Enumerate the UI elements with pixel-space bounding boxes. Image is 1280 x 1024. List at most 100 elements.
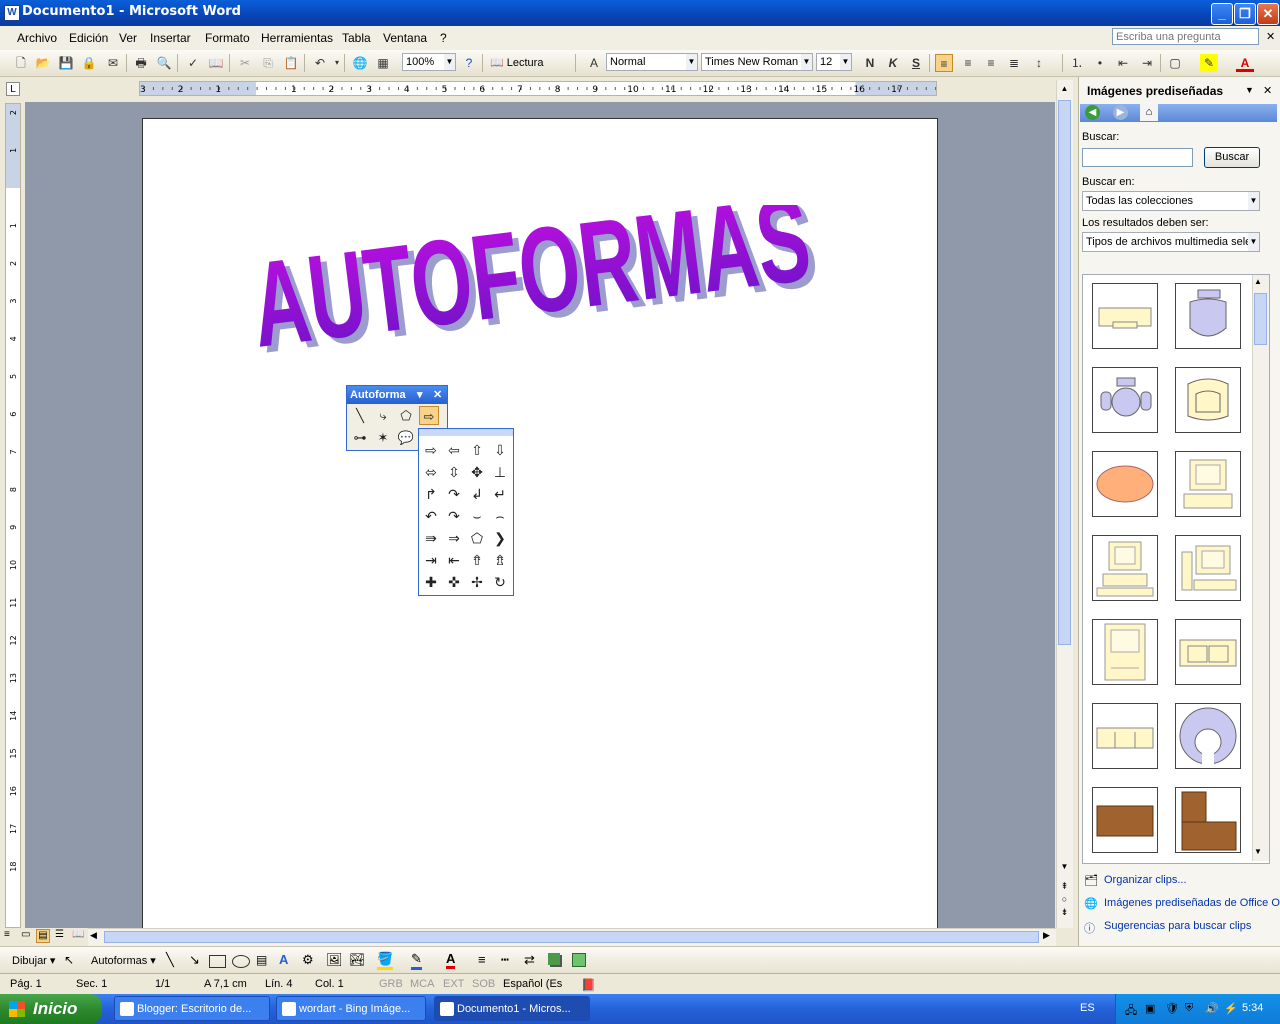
block-arrow-shape-0-1[interactable]: ⇦ [443,440,465,460]
line-tool-icon[interactable]: ╲ [166,952,174,968]
organize-clips-link[interactable]: Organizar clips... [1104,874,1187,886]
task-word[interactable]: Documento1 - Micros... [434,996,590,1021]
web-view-icon[interactable]: ▭ [21,929,30,940]
tab-selector-icon[interactable]: L [6,82,20,96]
gallery-scroll-down-icon[interactable]: ▼ [1254,847,1262,856]
menu-ventana[interactable]: Ventana [383,31,427,45]
tray-antivirus-icon[interactable]: ⛨ [1185,1002,1193,1015]
restore-button[interactable]: ❐ [1234,3,1256,25]
horizontal-scrollbar[interactable]: ◀ ▶ [88,928,1056,946]
menu-tabla[interactable]: Tabla [342,31,371,45]
desk-clip[interactable] [1092,283,1158,349]
block-arrow-shape-1-2[interactable]: ✥ [466,462,488,482]
tray-app-icon[interactable]: ▣ [1145,1002,1155,1015]
flowchart-tool[interactable]: ⊶ [350,428,370,447]
armchair-clip[interactable] [1175,367,1241,433]
increase-indent-icon[interactable]: ⇥ [1138,54,1156,72]
styles-pane-icon[interactable]: A [585,54,603,72]
word-app-icon[interactable]: W [4,5,20,21]
email-icon[interactable]: ✉ [104,54,122,72]
block-arrow-shape-2-2[interactable]: ↲ [466,484,488,504]
zoom-select[interactable]: 100% ▼ [402,53,456,71]
stars-banners-tool[interactable]: ✶ [373,428,393,447]
decrease-indent-icon[interactable]: ⇤ [1114,54,1132,72]
vertical-scrollbar[interactable]: ▲ ▼ ⇞ ○ ⇟ [1056,80,1073,928]
scroll-up-icon[interactable]: ▲ [1058,84,1071,98]
donut-chair-clip[interactable] [1175,703,1241,769]
l-desk-clip[interactable] [1175,787,1241,853]
spelling-icon[interactable]: ✓ [184,54,202,72]
underline-button[interactable]: S [907,54,925,72]
print-icon[interactable]: 🖶 [132,54,150,72]
open-icon[interactable]: 📂 [34,54,52,72]
close-doc-icon[interactable]: ✕ [1266,30,1275,43]
permission-icon[interactable]: 🔒 [80,54,98,72]
bold-button[interactable]: N [861,54,879,72]
table-clip[interactable] [1092,787,1158,853]
borders-icon[interactable]: ▢ [1166,54,1184,72]
block-arrow-shape-2-0[interactable]: ↱ [420,484,442,504]
horizontal-ruler[interactable]: 3 2 1 1 2 3 4 5 6 7 8 9 10 11 12 13 14 15 16 17 [139,81,937,96]
select-objects-icon[interactable]: ↖ [64,953,74,967]
block-arrow-shape-0-2[interactable]: ⇧ [466,440,488,460]
block-arrow-shape-1-1[interactable]: ⇳ [443,462,465,482]
status-track-changes[interactable]: MCA [410,978,434,990]
hyperlink-icon[interactable]: 🌐 [351,54,369,72]
tray-connection-icon[interactable]: ⚡ [1224,1002,1238,1015]
task-pane-close-icon[interactable]: ✕ [1263,84,1272,97]
menu-herramientas[interactable]: Herramientas [261,31,333,45]
reading-view-icon[interactable]: 📖 [72,929,84,940]
block-arrow-shape-5-0[interactable]: ⇥ [420,550,442,570]
menu-insertar[interactable]: Insertar [150,31,191,45]
align-right-button[interactable]: ≡ [982,54,1000,72]
mac-clip[interactable] [1092,619,1158,685]
block-arrow-shape-5-2[interactable]: ⇮ [466,550,488,570]
office-chair-clip[interactable] [1092,367,1158,433]
rectangle-tool-icon[interactable] [209,955,226,968]
vertical-scroll-thumb[interactable] [1058,100,1071,645]
print-layout-icon[interactable]: ▤ [36,929,50,943]
block-arrow-shape-4-3[interactable]: ❯ [489,528,511,548]
task-blogger[interactable]: Blogger: Escritorio de... [114,996,270,1021]
block-arrow-shape-6-2[interactable]: ✢ [466,572,488,592]
status-extend[interactable]: EXT [443,978,464,990]
block-arrow-shape-2-3[interactable]: ↵ [489,484,511,504]
align-center-button[interactable]: ≡ [959,54,977,72]
workstation-clip[interactable] [1175,535,1241,601]
home-icon[interactable]: ⌂ [1140,104,1158,121]
basic-shapes-tool[interactable]: ⬠ [396,406,416,425]
menu-ver[interactable]: Ver [119,31,137,45]
normal-view-icon[interactable]: ≡ [4,929,10,940]
palette-drag-handle[interactable] [419,429,513,436]
block-arrow-shape-3-1[interactable]: ↷ [443,506,465,526]
block-arrow-shape-0-0[interactable]: ⇨ [420,440,442,460]
block-arrow-shape-4-1[interactable]: ⇒ [443,528,465,548]
justify-button[interactable]: ≣ [1005,54,1023,72]
line-spacing-icon[interactable]: ↕ [1030,54,1048,72]
lines-tool[interactable]: ╲ [350,406,370,425]
block-arrow-shape-1-3[interactable]: ⊥ [489,462,511,482]
block-arrow-shape-3-0[interactable]: ↶ [420,506,442,526]
cut-icon[interactable]: ✂ [236,54,254,72]
block-arrow-shape-4-0[interactable]: ⇛ [420,528,442,548]
textbox-tool-icon[interactable]: ▤ [256,953,267,967]
autoforma-menu-icon[interactable]: ▾ [417,386,423,404]
gallery-scrollbar[interactable]: ▲ ▼ [1252,275,1269,861]
cloud-clip[interactable] [1092,451,1158,517]
insert-picture-icon[interactable]: 🏞 [349,952,366,968]
sofa-clip[interactable] [1175,619,1241,685]
scroll-down-icon[interactable]: ▼ [1058,862,1071,876]
menu-formato[interactable]: Formato [205,31,250,45]
wordart-tool-icon[interactable]: A [279,952,288,967]
clipart-tool-icon[interactable]: 🖼 [326,952,343,968]
block-arrow-shape-1-0[interactable]: ⬄ [420,462,442,482]
table-icon[interactable]: ▦ [374,54,392,72]
spelling-status-icon[interactable]: 📕 [581,978,596,992]
computer-clip[interactable] [1175,451,1241,517]
results-type-select[interactable]: Tipos de archivos multimedia sele ▼ [1082,232,1260,252]
align-left-button[interactable]: ≡ [935,54,953,72]
font-select[interactable]: Times New Roman ▼ [701,53,813,71]
save-icon[interactable]: 💾 [57,54,75,72]
shadow-style-icon[interactable] [548,953,560,965]
block-arrow-shape-6-0[interactable]: ✚ [420,572,442,592]
